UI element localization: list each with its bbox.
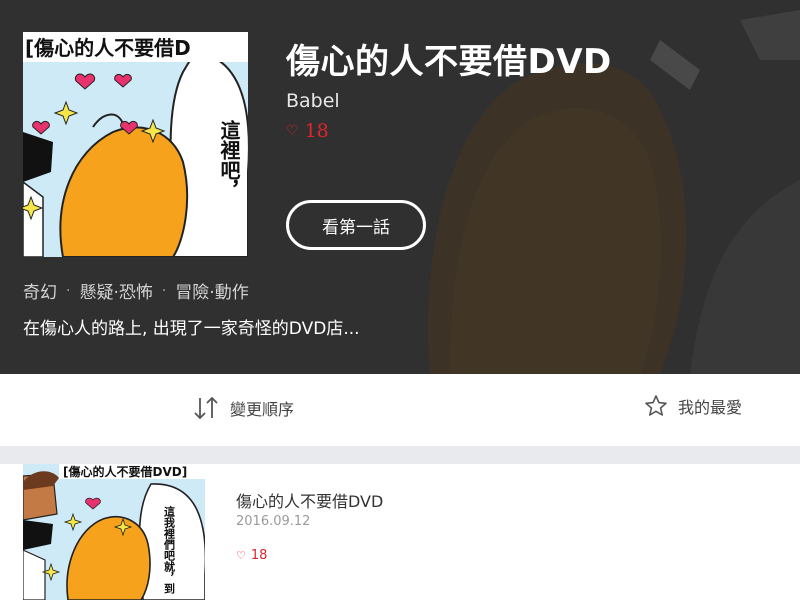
comic-title: 傷心的人不要借DVD [286,42,612,82]
chapter-list-item[interactable]: [傷心的人不要借DVD] 這我裡們吧就，到 傷心的人不要借DVD 2016.09… [0,464,800,600]
cover-caption: [傷心的人不要借D [25,36,191,60]
section-divider [0,446,800,464]
cover-art: [傷心的人不要借D 這裡吧， [23,32,248,257]
comic-header: [傷心的人不要借D 這裡吧， 傷心的人不要借DVD Babel ♡ 18 看第一… [0,0,800,374]
chapter-likes: ♡ 18 [236,548,267,563]
comic-likes-count: 18 [304,120,329,142]
genre-tag[interactable]: 奇幻 [23,278,57,303]
chapter-toolbar: 變更順序 我的最愛 [0,374,800,446]
change-order-label: 變更順序 [230,400,295,419]
chapter-date: 2016.09.12 [236,514,311,529]
genre-tag[interactable]: 懸疑·恐怖 [79,278,152,303]
heart-icon: ♡ [286,123,299,139]
star-icon [645,395,667,416]
change-order-button[interactable]: 變更順序 [192,394,294,422]
genre-list: 奇幻 · 懸疑·恐怖 · 冒險·動作 [23,278,249,304]
chapter-thumb-caption: [傷心的人不要借DVD] [63,464,187,479]
heart-icon: ♡ [236,549,246,562]
chapter-thumb-bubble-text: 這我裡們吧就，到 [163,505,177,595]
genre-tag[interactable]: 冒險·動作 [175,278,248,303]
comic-cover[interactable]: [傷心的人不要借D 這裡吧， [23,32,248,257]
comic-description: 在傷心人的路上, 出現了一家奇怪的DVD店... [23,319,360,339]
comic-likes: ♡ 18 [286,120,329,142]
chapter-title: 傷心的人不要借DVD [236,492,384,511]
chapter-thumbnail: [傷心的人不要借DVD] 這我裡們吧就，到 [23,464,205,600]
favorite-button[interactable]: 我的最愛 [644,394,742,418]
comic-author[interactable]: Babel [286,90,340,112]
genre-separator: · [66,282,71,299]
chapter-thumbnail-art: [傷心的人不要借DVD] 這我裡們吧就，到 [23,464,205,600]
chapter-likes-count: 18 [250,548,268,563]
read-first-chapter-button[interactable]: 看第一話 [286,200,426,250]
cover-bubble-text: 這裡吧， [217,119,241,200]
sort-arrows-icon [194,396,218,420]
favorite-label: 我的最愛 [678,398,743,417]
genre-separator: · [161,282,167,299]
